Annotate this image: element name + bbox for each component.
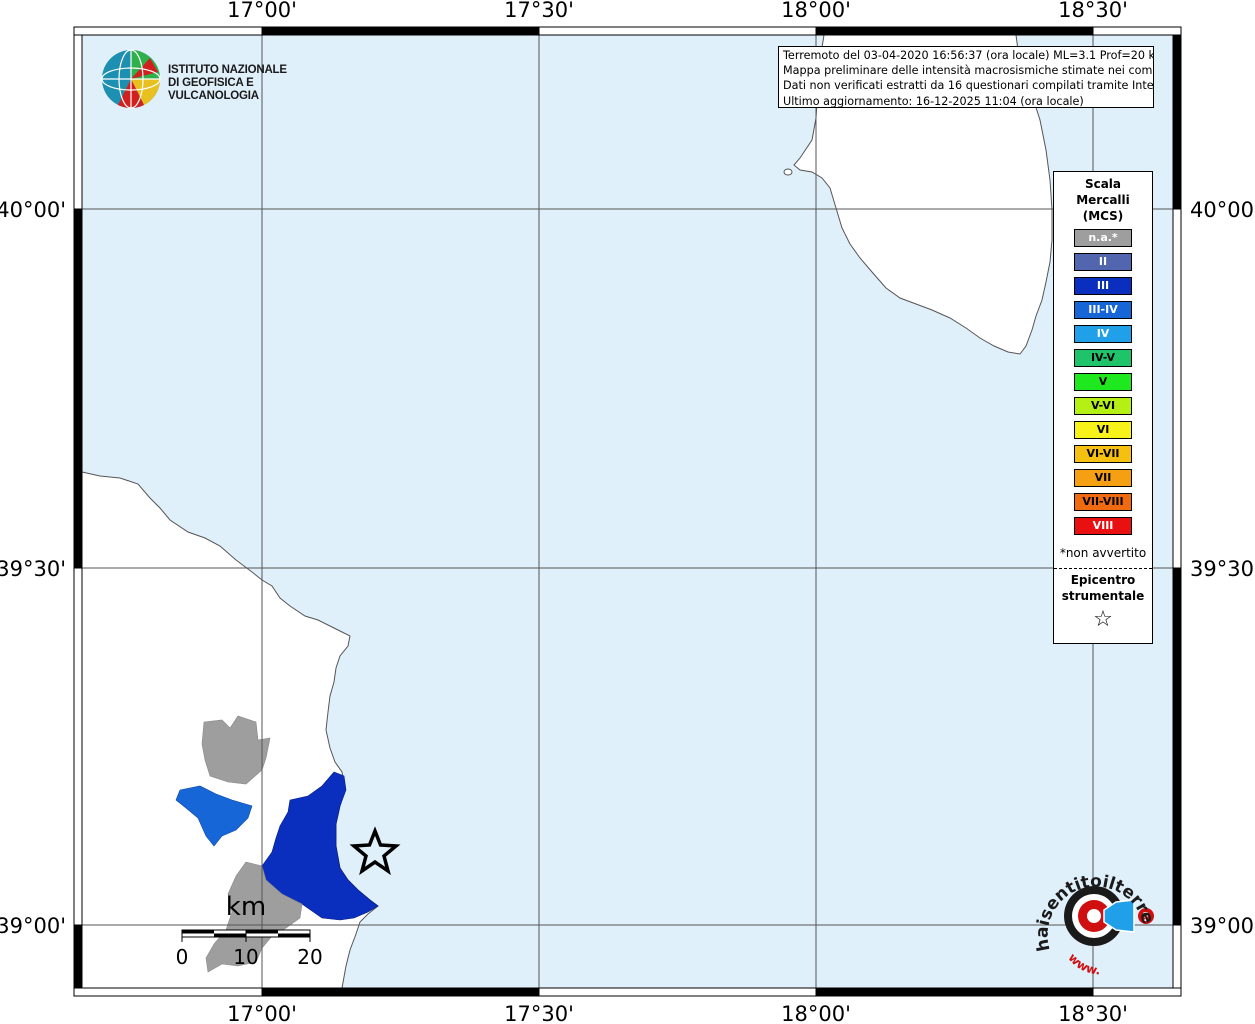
legend-epicenter-line1: Epicentro	[1070, 573, 1136, 587]
islet	[783, 168, 793, 176]
legend-swatch-12: VIII	[1074, 517, 1132, 535]
event-info-line4: Ultimo aggiornamento: 16-12-2025 11:04 (…	[783, 94, 1084, 108]
legend-swatch-9: VI-VII	[1074, 445, 1132, 463]
lon-label-top-3: 18°00'	[781, 0, 851, 22]
event-info-line1: Terremoto del 03-04-2020 16:56:37 (ora l…	[783, 49, 1154, 62]
legend-swatch-1: II	[1074, 253, 1132, 271]
lat-label-right-1: 40°00'	[1190, 198, 1255, 222]
legend-epicenter-line2: strumentale	[1061, 589, 1145, 603]
scale-tick-0: 0	[176, 945, 189, 969]
lon-label-top-1: 17°00'	[227, 0, 297, 22]
scale-tick-20: 20	[297, 945, 322, 969]
ingv-logo: ISTITUTO NAZIONALE DI GEOFISICA E VULCAN…	[100, 48, 320, 110]
scale-tick-10: 10	[233, 945, 258, 969]
lon-label-bottom-1: 17°00'	[227, 1002, 297, 1024]
legend-swatch-2: III	[1074, 277, 1132, 295]
legend-swatch-11: VII-VIII	[1074, 493, 1132, 511]
event-info-line3: Dati non verificati estratti da 16 quest…	[783, 79, 1154, 93]
lat-label-left-1: 40°00'	[0, 198, 66, 222]
legend-swatch-7: V-VI	[1074, 397, 1132, 415]
event-info-line2: Mappa preliminare delle intensità macros…	[783, 64, 1154, 78]
event-info-box: Terremoto del 03-04-2020 16:56:37 (ora l…	[778, 46, 1154, 108]
lat-label-right-2: 39°30'	[1190, 557, 1255, 581]
legend-note: *non avvertito	[1059, 546, 1147, 560]
legend-swatch-3: III-IV	[1074, 301, 1132, 319]
legend-star-icon: ☆	[1093, 607, 1113, 632]
ingv-name: ISTITUTO NAZIONALE DI GEOFISICA E VULCAN…	[168, 64, 320, 103]
ingv-name-line2: DI GEOFISICA E VULCANOLOGIA	[168, 77, 259, 102]
legend-swatch-10: VII	[1074, 469, 1132, 487]
legend-title: Scala Mercalli (MCS)	[1054, 176, 1152, 224]
ingv-name-line1: ISTITUTO NAZIONALE	[168, 64, 287, 76]
legend-title-line1: Scala	[1084, 177, 1122, 191]
mcs-legend: Scala Mercalli (MCS) n.a.* II III III-IV IV I…	[1053, 171, 1153, 644]
lon-label-top-2: 17°30'	[504, 0, 574, 22]
legend-title-line2: Mercalli	[1076, 193, 1130, 207]
lon-label-bottom-4: 18°30'	[1058, 1002, 1128, 1024]
legend-swatch-5: IV-V	[1074, 349, 1132, 367]
legend-title-line3: (MCS)	[1082, 209, 1124, 223]
lon-label-top-4: 18°30'	[1058, 0, 1128, 22]
legend-epicenter-label: Epicentro strumentale	[1054, 572, 1152, 604]
lat-label-left-3: 39°00'	[0, 914, 66, 938]
lon-label-bottom-3: 18°00'	[781, 1002, 851, 1024]
legend-separator	[1054, 568, 1152, 569]
scale-unit: km	[226, 892, 266, 922]
legend-swatch-8: VI	[1074, 421, 1132, 439]
legend-swatch-0: n.a.*	[1074, 229, 1132, 247]
legend-swatch-6: V	[1074, 373, 1132, 391]
legend-swatch-4: IV	[1074, 325, 1132, 343]
lat-label-left-2: 39°30'	[0, 557, 66, 581]
ingv-globe-icon	[101, 49, 161, 109]
lat-label-right-3: 39°00'	[1190, 914, 1255, 938]
lon-label-bottom-2: 17°30'	[504, 1002, 574, 1024]
